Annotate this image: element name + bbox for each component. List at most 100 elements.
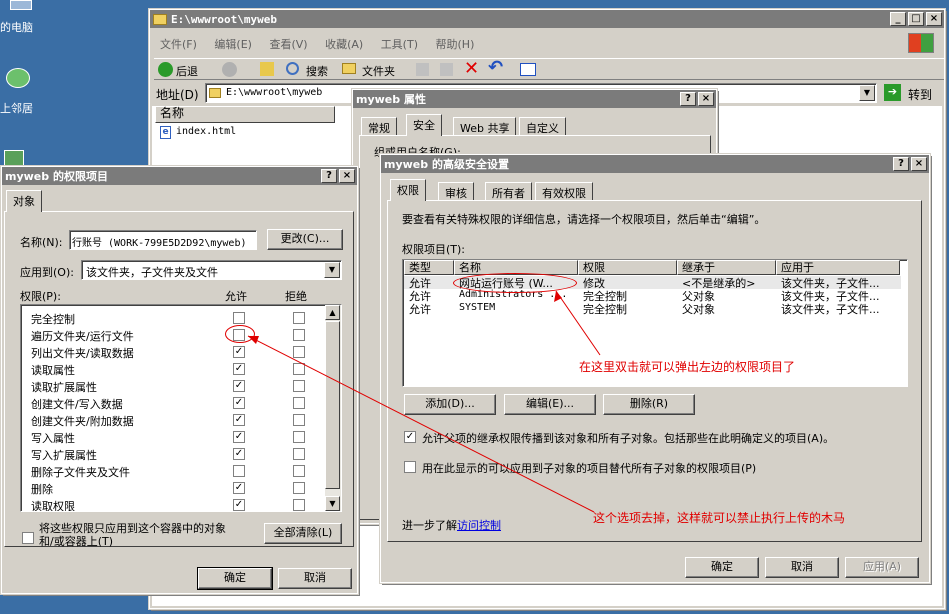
go-icon[interactable]: ➔ — [884, 84, 901, 101]
address-dropdown-button[interactable]: ▼ — [859, 85, 875, 101]
tab-web-sharing[interactable]: Web 共享 — [453, 117, 517, 136]
menu-tools[interactable]: 工具(T) — [381, 38, 418, 51]
permission-row[interactable]: 写入扩展属性 ✓ — [21, 446, 326, 462]
folders-button[interactable]: 文件夹 — [362, 63, 395, 79]
allow-checkbox[interactable]: ✓ — [233, 431, 245, 443]
tab-security[interactable]: 安全 — [406, 114, 442, 136]
remove-button[interactable]: 删除(R) — [603, 394, 695, 415]
col-header-apply-to[interactable]: 应用于 — [776, 260, 900, 275]
deny-checkbox[interactable] — [293, 312, 305, 324]
col-header-inherited-from[interactable]: 继承于 — [677, 260, 776, 275]
close-button[interactable]: × — [911, 157, 927, 171]
only-apply-checkbox[interactable] — [22, 532, 34, 544]
allow-checkbox[interactable]: ✓ — [233, 448, 245, 460]
move-to-icon[interactable] — [416, 63, 429, 76]
deny-checkbox[interactable] — [293, 431, 305, 443]
tab-effective-permissions[interactable]: 有效权限 — [535, 182, 593, 201]
properties-titlebar[interactable]: myweb 属性 ? × — [353, 90, 716, 108]
tab-general[interactable]: 常规 — [361, 117, 397, 136]
allow-checkbox[interactable] — [233, 465, 245, 477]
inherit-checkbox[interactable]: ✓ — [404, 431, 416, 443]
allow-checkbox[interactable]: ✓ — [233, 499, 245, 511]
allow-checkbox[interactable]: ✓ — [233, 414, 245, 426]
permission-entries-list[interactable]: 类型 名称 权限 继承于 应用于 允许 网站运行账号 (W... 修改 <不是继… — [402, 259, 908, 387]
maximize-button[interactable]: □ — [908, 12, 924, 26]
access-control-link[interactable]: 访问控制 — [457, 519, 501, 532]
file-item[interactable]: index.html — [176, 126, 236, 137]
scroll-up-icon[interactable]: ▲ — [325, 305, 340, 320]
back-button[interactable]: 后退 — [176, 63, 198, 79]
advanced-titlebar[interactable]: myweb 的高级安全设置 ? × — [381, 155, 929, 173]
inherit-label[interactable]: 允许父项的继承权限传播到该对象和所有子对象。包括那些在此明确定义的项目(A)。 — [422, 430, 834, 446]
allow-checkbox[interactable]: ✓ — [233, 482, 245, 494]
menu-view[interactable]: 查看(V) — [269, 38, 307, 51]
menu-edit[interactable]: 编辑(E) — [214, 38, 252, 51]
tab-custom[interactable]: 自定义 — [519, 117, 566, 136]
replace-checkbox[interactable] — [404, 461, 416, 473]
change-button[interactable]: 更改(C)... — [267, 229, 343, 250]
tab-object[interactable]: 对象 — [6, 190, 42, 212]
explorer-titlebar[interactable]: E:\wwwroot\myweb _ □ × — [150, 10, 944, 28]
deny-checkbox[interactable] — [293, 380, 305, 392]
permission-row[interactable]: 创建文件/写入数据 ✓ — [21, 395, 326, 411]
desktop-icon-computer[interactable]: 的电脑 — [0, 0, 50, 40]
deny-checkbox[interactable] — [293, 329, 305, 341]
deny-checkbox[interactable] — [293, 414, 305, 426]
permission-row[interactable]: 完全控制 — [21, 310, 326, 326]
deny-checkbox[interactable] — [293, 448, 305, 460]
deny-checkbox[interactable] — [293, 363, 305, 375]
chevron-down-icon[interactable]: ▼ — [324, 262, 340, 278]
menu-file[interactable]: 文件(F) — [160, 38, 197, 51]
add-button[interactable]: 添加(D)... — [404, 394, 496, 415]
close-button[interactable]: × — [926, 12, 942, 26]
help-button[interactable]: ? — [680, 92, 696, 106]
deny-checkbox[interactable] — [293, 465, 305, 477]
allow-checkbox[interactable]: ✓ — [233, 380, 245, 392]
desktop-icon-network[interactable]: 上邻居 — [0, 64, 50, 115]
permission-row[interactable]: 读取权限 ✓ — [21, 497, 326, 511]
permission-row[interactable]: 创建文件夹/附加数据 ✓ — [21, 412, 326, 428]
col-header-permission[interactable]: 权限 — [578, 260, 677, 275]
only-apply-label[interactable]: 将这些权限只应用到这个容器中的对象 和/或容器上(T) — [39, 522, 226, 548]
cancel-button[interactable]: 取消 — [278, 568, 352, 589]
views-icon[interactable] — [520, 63, 536, 76]
permission-row[interactable]: 读取扩展属性 ✓ — [21, 378, 326, 394]
allow-checkbox[interactable]: ✓ — [233, 363, 245, 375]
close-button[interactable]: × — [698, 92, 714, 106]
permission-row[interactable]: 读取属性 ✓ — [21, 361, 326, 377]
scroll-thumb[interactable] — [325, 321, 340, 489]
search-icon[interactable] — [286, 62, 299, 75]
permissions-scrollbar[interactable]: ▲ ▼ — [325, 305, 341, 511]
edit-button[interactable]: 编辑(E)... — [504, 394, 596, 415]
deny-checkbox[interactable] — [293, 499, 305, 511]
ok-button[interactable]: 确定 — [685, 557, 759, 578]
help-button[interactable]: ? — [893, 157, 909, 171]
minimize-button[interactable]: _ — [890, 12, 906, 26]
search-button[interactable]: 搜索 — [306, 63, 328, 79]
replace-label[interactable]: 用在此显示的可以应用到子对象的项目替代所有子对象的权限项目(P) — [422, 460, 756, 476]
permission-entry-titlebar[interactable]: myweb 的权限项目 ? × — [2, 167, 357, 185]
up-folder-icon[interactable] — [260, 62, 274, 76]
menu-favorites[interactable]: 收藏(A) — [325, 38, 363, 51]
ok-button[interactable]: 确定 — [197, 567, 273, 590]
allow-checkbox[interactable] — [233, 312, 245, 324]
tab-permissions[interactable]: 权限 — [390, 179, 426, 201]
deny-checkbox[interactable] — [293, 397, 305, 409]
table-row[interactable]: 允许 SYSTEM 完全控制 父对象 该文件夹，子文件... — [404, 302, 901, 316]
col-header-type[interactable]: 类型 — [404, 260, 454, 275]
folders-icon[interactable] — [342, 63, 356, 74]
permission-row[interactable]: 删除子文件夹及文件 — [21, 463, 326, 479]
help-button[interactable]: ? — [321, 169, 337, 183]
apply-button[interactable]: 应用(A) — [845, 557, 919, 578]
apply-to-select[interactable]: 该文件夹，子文件夹及文件 ▼ — [81, 260, 342, 280]
close-button[interactable]: × — [339, 169, 355, 183]
permission-row[interactable]: 写入属性 ✓ — [21, 429, 326, 445]
back-icon[interactable] — [158, 62, 173, 77]
permission-row[interactable]: 删除 ✓ — [21, 480, 326, 496]
forward-icon[interactable] — [222, 62, 237, 77]
scroll-down-icon[interactable]: ▼ — [325, 496, 340, 511]
copy-to-icon[interactable] — [440, 63, 453, 76]
go-button[interactable]: 转到 — [908, 86, 932, 103]
permission-row[interactable]: 列出文件夹/读取数据 ✓ — [21, 344, 326, 360]
allow-checkbox[interactable]: ✓ — [233, 346, 245, 358]
